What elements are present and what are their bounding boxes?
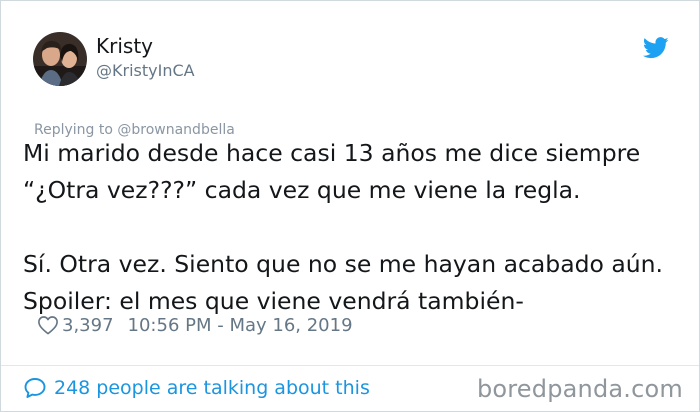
like-count[interactable]: 3,397: [62, 315, 114, 336]
tweet-line: “¿Otra vez???” cada vez que me viene la …: [23, 176, 581, 204]
conversation-link[interactable]: 248 people are talking about this: [23, 375, 370, 401]
tweet-line: Sí. Otra vez. Siento que no se me hayan …: [23, 250, 664, 278]
avatar[interactable]: [33, 32, 87, 86]
tweet-meta: 3,397 10:56 PM - May 16, 2019: [37, 313, 353, 337]
tweet-card: Kristy @KristyInCA Replying to @brownand…: [0, 0, 700, 412]
heart-icon[interactable]: [37, 315, 59, 335]
comment-bubble-icon: [23, 377, 47, 399]
divider: [1, 365, 699, 366]
twitter-bird-icon[interactable]: [642, 37, 669, 59]
tweet-line-break: [23, 209, 693, 246]
timestamp[interactable]: 10:56 PM - May 16, 2019: [128, 315, 353, 336]
author-name[interactable]: Kristy: [96, 34, 153, 58]
conversation-label: 248 people are talking about this: [54, 377, 370, 399]
tweet-line: Mi marido desde hace casi 13 años me dic…: [23, 139, 641, 167]
tweet-body: Mi marido desde hace casi 13 años me dic…: [23, 135, 693, 320]
watermark: boredpanda.com: [476, 375, 683, 403]
author-handle[interactable]: @KristyInCA: [96, 61, 195, 80]
